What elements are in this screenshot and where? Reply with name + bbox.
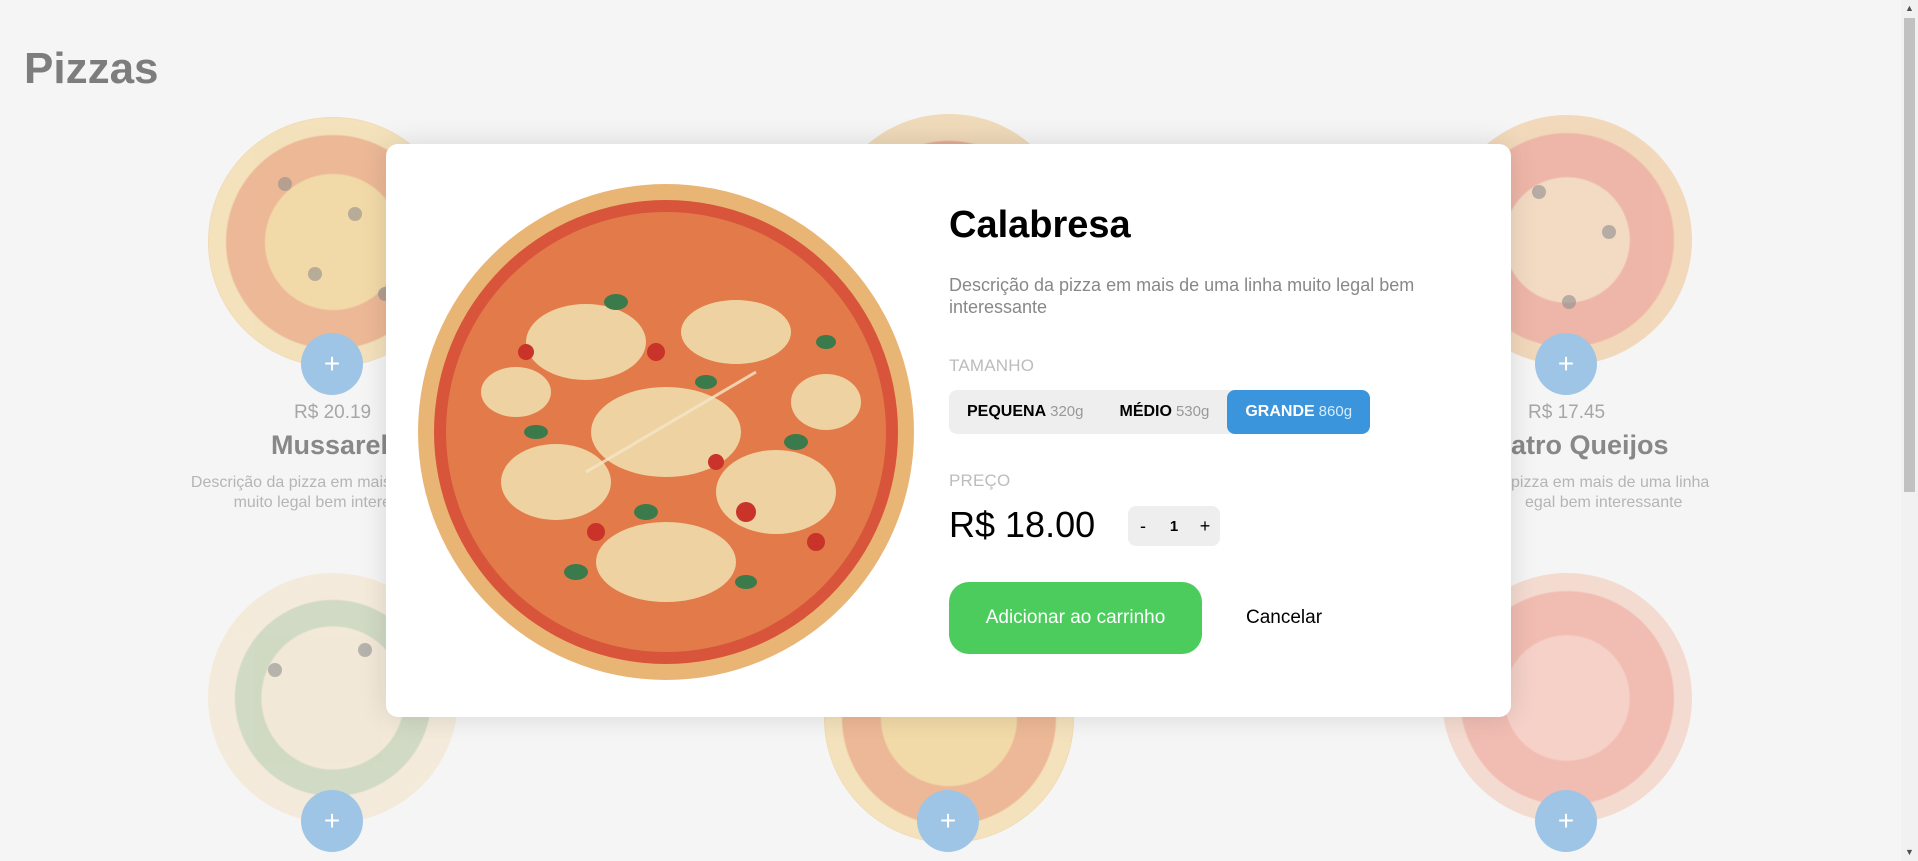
quantity-decrease-button[interactable]: -	[1128, 516, 1158, 537]
pizza-detail-modal: Calabresa Descrição da pizza em mais de …	[386, 144, 1511, 717]
size-label: TAMANHO	[949, 356, 1035, 375]
size-selector: PEQUENA 320g MÉDIO 530g GRANDE 860g	[949, 390, 1371, 434]
size-option-label: MÉDIO	[1119, 403, 1172, 420]
pizza-price: R$ 17.45	[1528, 402, 1606, 423]
pizza-price: R$ 20.19	[294, 402, 372, 423]
quantity-value: 1	[1169, 517, 1179, 535]
add-pizza-button[interactable]: +	[1535, 790, 1597, 852]
size-option-pequena[interactable]: PEQUENA 320g	[949, 390, 1102, 434]
quantity-increase-button[interactable]: +	[1190, 516, 1220, 537]
cancel-button[interactable]: Cancelar	[1236, 582, 1332, 654]
add-pizza-button[interactable]: +	[917, 790, 979, 852]
size-option-weight: 860g	[1318, 403, 1353, 420]
size-option-label: PEQUENA	[967, 403, 1047, 420]
scroll-down-icon[interactable]: ▼	[1901, 844, 1918, 861]
page-title: Pizzas	[24, 44, 159, 93]
size-option-label: GRANDE	[1245, 403, 1315, 420]
pizza-name: atro Queijos	[1511, 430, 1669, 460]
pizza-description: pizza em mais de uma linha egal bem inte…	[1511, 473, 1731, 513]
pizza-description-line: muito legal bem intere	[233, 494, 391, 511]
modal-price: R$ 18.00	[949, 504, 1096, 545]
quantity-stepper: - 1 +	[1128, 506, 1220, 546]
pizza-description-line: Descrição da pizza em mais	[190, 474, 391, 491]
modal-title: Calabresa	[949, 204, 1131, 246]
pizza-description-line: egal bem interessante	[1525, 494, 1683, 511]
pizza-name: Mussarela	[271, 430, 404, 460]
pizza-description-line: pizza em mais de uma linha	[1511, 474, 1710, 491]
pizza-menu-page: Pizzas + R$ 20.19 Mussarela Descrição da…	[0, 0, 1918, 861]
size-option-weight: 530g	[1175, 403, 1210, 420]
vertical-scrollbar[interactable]: ▲ ▼	[1901, 0, 1918, 861]
add-to-cart-button[interactable]: Adicionar ao carrinho	[949, 582, 1202, 654]
size-option-weight: 320g	[1050, 403, 1084, 420]
price-label: PREÇO	[949, 471, 1011, 490]
pizza-image-icon	[418, 184, 914, 680]
add-pizza-button[interactable]: +	[301, 790, 363, 852]
pizza-description: Descrição da pizza em mais muito legal b…	[181, 473, 391, 513]
size-option-grande[interactable]: GRANDE 860g	[1227, 390, 1371, 434]
scrollbar-thumb[interactable]	[1904, 18, 1915, 492]
scroll-up-icon[interactable]: ▲	[1901, 0, 1918, 17]
modal-description: Descrição da pizza em mais de uma linha …	[949, 275, 1415, 317]
add-pizza-button[interactable]: +	[301, 333, 363, 395]
add-pizza-button[interactable]: +	[1535, 333, 1597, 395]
size-option-medio[interactable]: MÉDIO 530g	[1102, 390, 1228, 434]
